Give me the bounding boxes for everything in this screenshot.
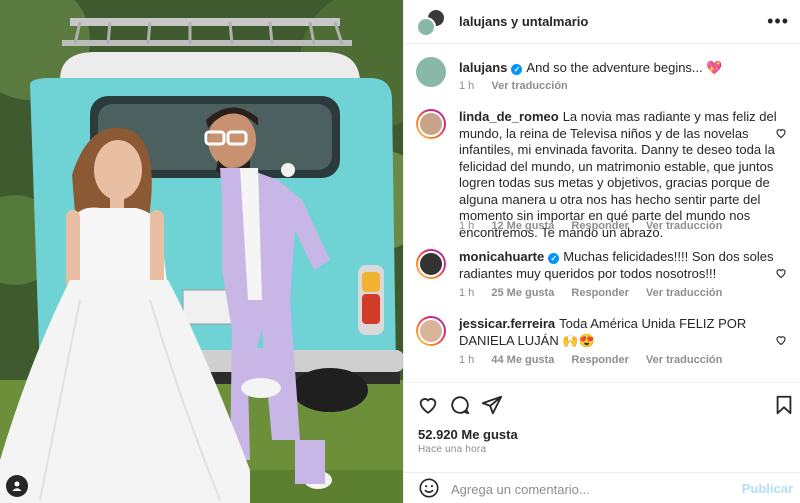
comment-row: monicahuarte ✓ Muchas felicidades!!!! Son …	[416, 249, 791, 299]
post-header: lalujans y untalmario •••	[404, 0, 800, 44]
comments-list[interactable]: lalujans ✓ And so the adventure begins... …	[404, 45, 800, 382]
caption-username[interactable]: lalujans	[459, 60, 507, 75]
likes-count[interactable]: 52.920 Me gusta	[418, 427, 518, 442]
post-actions: 52.920 Me gusta Hace una hora	[404, 382, 800, 472]
post-side-panel: lalujans y untalmario ••• lalujans ✓ And s…	[403, 0, 800, 503]
comment-meta: 1 h 44 Me gusta Responder Ver traducción	[459, 354, 736, 366]
post-authors[interactable]: lalujans y untalmario	[459, 14, 588, 29]
comment-row: linda_de_romeo La novia mas radiante y ma…	[416, 109, 791, 240]
caption-text: And so the adventure begins... 💖	[526, 60, 723, 75]
caption-row: lalujans ✓ And so the adventure begins... …	[416, 57, 791, 97]
verified-icon: ✓	[548, 253, 560, 264]
comment-likes[interactable]: 12 Me gusta	[491, 220, 554, 232]
reply-button[interactable]: Responder	[571, 287, 628, 299]
share-icon[interactable]	[481, 394, 503, 416]
heart-icon[interactable]	[417, 394, 439, 416]
translate-link[interactable]: Ver traducción	[491, 80, 567, 92]
post-time: Hace una hora	[418, 444, 487, 455]
comment-icon[interactable]	[449, 394, 471, 416]
heart-icon[interactable]	[775, 267, 787, 279]
avatar[interactable]	[416, 57, 446, 87]
comment-meta: 1 h 12 Me gusta Responder Ver traducción	[459, 220, 736, 232]
avatar[interactable]	[416, 109, 446, 139]
caption-meta: 1 h Ver traducción	[459, 80, 582, 92]
comment-username[interactable]: linda_de_romeo	[459, 109, 559, 124]
comment-meta: 1 h 25 Me gusta Responder Ver traducción	[459, 287, 736, 299]
comment-time: 1 h	[459, 354, 475, 366]
translate-link[interactable]: Ver traducción	[646, 220, 722, 232]
collab-avatars[interactable]	[416, 8, 446, 38]
comment-likes[interactable]: 44 Me gusta	[491, 354, 554, 366]
avatar[interactable]	[416, 249, 446, 279]
heart-icon[interactable]	[775, 334, 787, 346]
comment-username[interactable]: jessicar.ferreira	[459, 316, 555, 331]
bookmark-icon[interactable]	[773, 394, 795, 416]
user-tag-icon[interactable]	[6, 475, 28, 497]
avatar	[416, 17, 436, 37]
comment-time: 1 h	[459, 220, 475, 232]
wedding-photo-illustration	[0, 0, 403, 503]
caption-time: 1 h	[459, 80, 475, 92]
comment-likes[interactable]: 25 Me gusta	[491, 287, 554, 299]
comment-text-block: jessicar.ferreira Toda América Unida FELI…	[459, 316, 777, 349]
comment-row: jessicar.ferreira Toda América Unida FELI…	[416, 316, 791, 366]
heart-icon[interactable]	[775, 127, 787, 139]
comment-text-block: monicahuarte ✓ Muchas felicidades!!!! Son …	[459, 249, 777, 282]
translate-link[interactable]: Ver traducción	[646, 354, 722, 366]
emoji-icon[interactable]	[418, 477, 440, 499]
caption-text-block: lalujans ✓ And so the adventure begins... …	[459, 60, 777, 77]
reply-button[interactable]: Responder	[571, 354, 628, 366]
avatar[interactable]	[416, 316, 446, 346]
post-comment-button[interactable]: Publicar	[742, 481, 793, 496]
add-comment-bar: Publicar	[404, 472, 800, 503]
translate-link[interactable]: Ver traducción	[646, 287, 722, 299]
more-icon[interactable]: •••	[767, 12, 789, 30]
comment-input[interactable]	[451, 479, 731, 499]
comment-username[interactable]: monicahuarte	[459, 249, 544, 264]
comment-time: 1 h	[459, 287, 475, 299]
reply-button[interactable]: Responder	[571, 220, 628, 232]
verified-icon: ✓	[511, 64, 523, 75]
post-photo[interactable]	[0, 0, 403, 503]
